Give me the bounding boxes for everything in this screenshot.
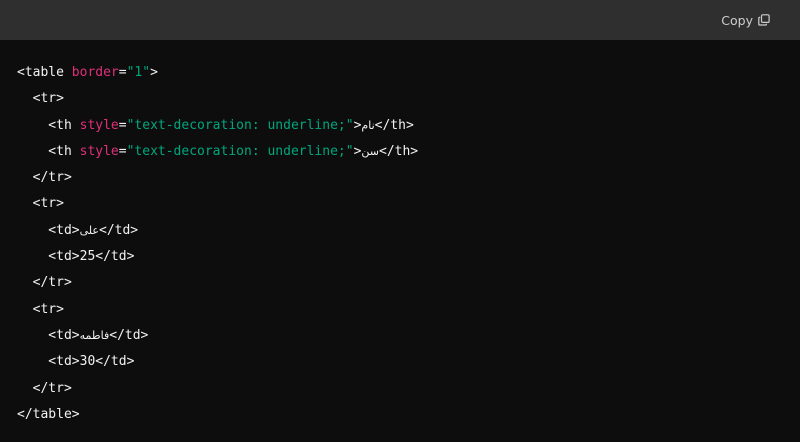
code-text: <tr> [17, 301, 64, 317]
code-text: <tr> [17, 196, 64, 212]
copy-icon [758, 14, 770, 26]
code-text: </tr> [17, 275, 72, 291]
tag-open: <td> [17, 327, 80, 343]
code-line-12: <td>30</td> [17, 349, 800, 375]
code-block: Copy <table border = "1" > <tr> <th style = "… [0, 0, 800, 442]
header-cell-text: نام [361, 118, 375, 132]
code-line-5: </tr> [17, 165, 800, 191]
code-line-14: </table> [17, 402, 800, 428]
code-line-2: <tr> [17, 86, 800, 112]
header-cell-text: سن [361, 144, 379, 158]
code-text: </tr> [17, 170, 72, 186]
attribute-name: style [79, 117, 119, 133]
tag-open: <td> [17, 222, 80, 238]
data-cell-text: علی [79, 223, 99, 237]
tag-gt: > [353, 143, 362, 159]
code-line-13: </tr> [17, 376, 800, 402]
copy-button[interactable]: Copy [721, 13, 770, 28]
code-line-8: <td>25</td> [17, 244, 800, 270]
attribute-value: "1" [126, 65, 151, 80]
code-line-4: <th style = "text-decoration: underline;" >… [17, 139, 800, 165]
attribute-value: "text-decoration: underline;" [126, 117, 354, 133]
equals-sign: = [118, 143, 127, 159]
tag-open: <table [17, 65, 72, 80]
code-line-1: <table border = "1" > [17, 60, 800, 86]
tag-close: </td> [99, 222, 139, 238]
code-block-header: Copy [0, 0, 800, 40]
tag-open: <th [17, 143, 80, 159]
code-content: <table border = "1" > <tr> <th style = "text-… [0, 40, 800, 428]
code-text: </table> [17, 406, 80, 422]
attribute-name: style [79, 143, 119, 159]
tag-close: > [150, 65, 158, 80]
tag-close: </td> [109, 327, 149, 343]
code-text: </tr> [17, 380, 72, 396]
code-line-9: </tr> [17, 270, 800, 296]
tag-gt: > [353, 117, 362, 133]
equals-sign: = [118, 117, 127, 133]
equals-sign: = [118, 65, 127, 80]
attribute-name: border [71, 65, 119, 80]
copy-button-label: Copy [721, 12, 753, 28]
code-line-7: <td> علی </td> [17, 218, 800, 244]
data-cell-text: فاطمه [79, 328, 110, 342]
code-line-10: <tr> [17, 297, 800, 323]
code-line-11: <td> فاطمه </td> [17, 323, 800, 349]
tag-close: </th> [374, 117, 414, 133]
code-text: <tr> [17, 91, 64, 107]
attribute-value: "text-decoration: underline;" [126, 143, 354, 159]
tag-open: <th [17, 117, 80, 133]
code-text: <td>30</td> [17, 354, 135, 370]
code-text: <td>25</td> [17, 249, 135, 265]
code-line-6: <tr> [17, 191, 800, 217]
tag-close: </th> [379, 143, 419, 159]
code-line-3: <th style = "text-decoration: underline;" >… [17, 113, 800, 139]
